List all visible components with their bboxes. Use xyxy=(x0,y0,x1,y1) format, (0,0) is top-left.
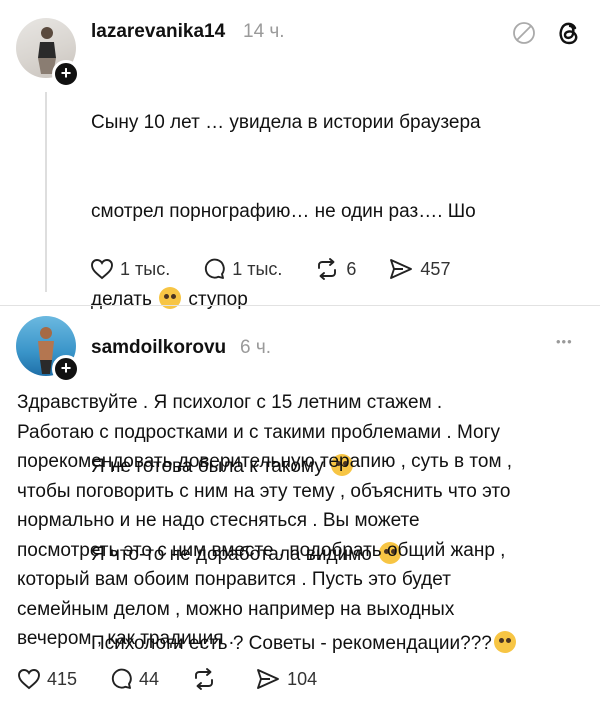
like-button[interactable]: 1 тыс. xyxy=(90,258,170,280)
comment-count: 44 xyxy=(139,668,160,689)
share-button[interactable]: 457 xyxy=(388,257,450,281)
send-icon xyxy=(257,669,280,689)
post-lazarevanika14: + lazarevanika14 14 ч. Сыну 10 лет … уви… xyxy=(0,0,600,654)
follow-plus-button[interactable]: + xyxy=(52,60,80,88)
repost-button[interactable]: 6 xyxy=(314,257,356,281)
post-text: Здравствуйте . Я психолог с 15 летним ст… xyxy=(17,392,513,649)
translate-icon[interactable] xyxy=(511,20,537,46)
send-icon xyxy=(390,259,413,279)
username[interactable]: samdoilkorovu xyxy=(91,337,226,359)
share-button[interactable]: 104 xyxy=(255,667,317,691)
like-button[interactable]: 415 xyxy=(17,668,77,690)
repost-icon xyxy=(318,258,337,280)
like-count: 415 xyxy=(47,668,78,689)
comment-icon xyxy=(205,258,225,279)
heart-icon xyxy=(91,259,113,280)
post-time: 14 ч. xyxy=(243,21,285,42)
heart-icon xyxy=(18,669,40,690)
post-actions: 1 тыс. 1 тыс. 6 457 xyxy=(90,257,482,281)
repost-count: 6 xyxy=(346,258,357,279)
comment-button[interactable]: 44 xyxy=(109,667,159,691)
post-actions: 415 44 104 xyxy=(17,667,349,691)
post-time: 6 ч. xyxy=(240,337,272,358)
comment-button[interactable]: 1 тыс. xyxy=(202,257,282,281)
post-samdoilkorovu: + samdoilkorovu 6 ч. ••• Здравствуйте . … xyxy=(0,306,600,716)
post-text-line: смотрел порнографию… не один раз…. Шо xyxy=(91,200,476,222)
comment-count: 1 тыс. xyxy=(232,258,283,279)
repost-button[interactable] xyxy=(191,667,223,691)
like-count: 1 тыс. xyxy=(120,258,171,279)
share-count: 457 xyxy=(420,258,451,279)
thread-line xyxy=(45,92,47,292)
share-count: 104 xyxy=(287,668,318,689)
post-text-line: Сыну 10 лет … увидела в истории браузера xyxy=(91,112,481,133)
repost-icon xyxy=(195,668,214,690)
username[interactable]: lazarevanika14 xyxy=(91,21,225,43)
follow-plus-button[interactable]: + xyxy=(52,355,80,383)
comment-icon xyxy=(111,668,132,689)
threads-logo-icon[interactable] xyxy=(556,19,582,47)
more-options-icon[interactable]: ••• xyxy=(556,334,573,349)
